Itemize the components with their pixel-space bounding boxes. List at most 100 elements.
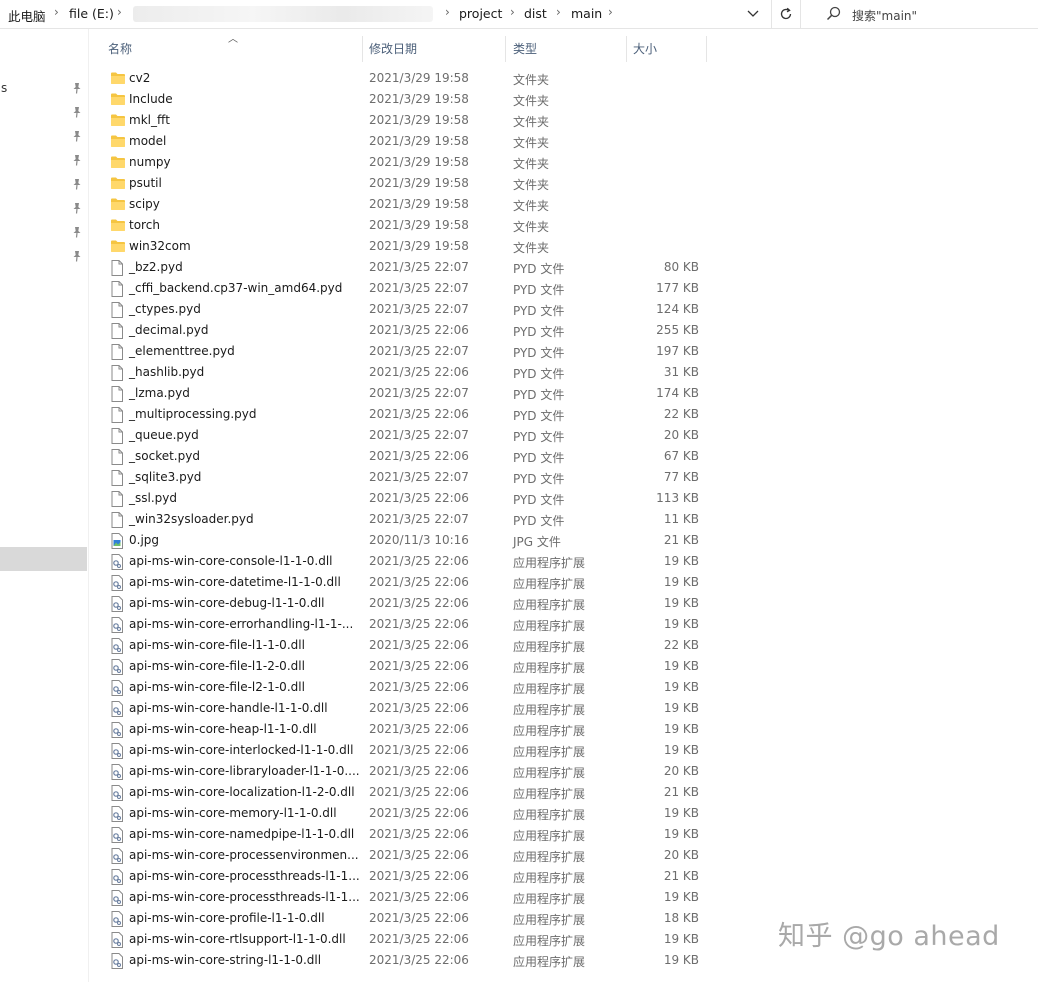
file-row[interactable]: _hashlib.pyd 2021/3/25 22:06 PYD 文件 31 KB <box>104 362 704 383</box>
file-type: PYD 文件 <box>513 304 565 318</box>
column-divider[interactable] <box>505 36 506 62</box>
file-row[interactable]: _socket.pyd 2021/3/25 22:06 PYD 文件 67 KB <box>104 446 704 467</box>
dll-file-icon <box>110 785 126 801</box>
breadcrumb-separator-icon[interactable]: › <box>608 5 613 19</box>
watermark: 知乎 @go ahead <box>778 921 1000 952</box>
file-row[interactable]: api-ms-win-core-console-l1-1-0.dll 2021/3… <box>104 551 704 572</box>
file-name: Include <box>129 92 173 106</box>
breadcrumb-main[interactable]: main <box>571 6 602 21</box>
file-row[interactable]: _win32sysloader.pyd 2021/3/25 22:07 PYD 文件… <box>104 509 704 530</box>
folder-icon <box>110 134 126 149</box>
pin-icon[interactable] <box>72 130 82 142</box>
pin-icon[interactable] <box>72 226 82 238</box>
file-type: 应用程序扩展 <box>513 598 586 612</box>
file-row[interactable]: _lzma.pyd 2021/3/25 22:07 PYD 文件 174 KB <box>104 383 704 404</box>
file-row[interactable]: mkl_fft 2021/3/29 19:58 文件夹 <box>104 110 704 131</box>
file-row[interactable]: _sqlite3.pyd 2021/3/25 22:07 PYD 文件 77 KB <box>104 467 704 488</box>
file-row[interactable]: api-ms-win-core-string-l1-1-0.dll 2021/3/… <box>104 950 704 971</box>
file-date-modified: 2021/3/25 22:06 <box>369 491 469 505</box>
breadcrumb[interactable]: 此电脑 › file (E:) › › project › dist › mai… <box>0 0 770 28</box>
file-row[interactable]: 0.jpg 2020/11/3 10:16 JPG 文件 21 KB <box>104 530 704 551</box>
file-icon <box>110 449 126 465</box>
file-row[interactable]: scipy 2021/3/29 19:58 文件夹 <box>104 194 704 215</box>
file-row[interactable]: _decimal.pyd 2021/3/25 22:06 PYD 文件 255 KB <box>104 320 704 341</box>
nav-item-label[interactable]: s <box>1 81 7 95</box>
file-row[interactable]: _ctypes.pyd 2021/3/25 22:07 PYD 文件 124 KB <box>104 299 704 320</box>
file-type: PYD 文件 <box>513 388 565 402</box>
breadcrumb-separator-icon[interactable]: › <box>556 5 561 19</box>
address-bar[interactable]: 此电脑 › file (E:) › › project › dist › mai… <box>0 0 1038 29</box>
file-row[interactable]: _cffi_backend.cp37-win_amd64.pyd 2021/3/2… <box>104 278 704 299</box>
column-header-date[interactable]: 修改日期 <box>369 36 417 62</box>
file-row[interactable]: api-ms-win-core-interlocked-l1-1-0.dll 20… <box>104 740 704 761</box>
nav-item-selected[interactable] <box>0 547 87 571</box>
file-row[interactable]: api-ms-win-core-namedpipe-l1-1-0.dll 2021… <box>104 824 704 845</box>
file-row[interactable]: api-ms-win-core-processthreads-l1-1... 20… <box>104 887 704 908</box>
column-divider[interactable] <box>706 36 707 62</box>
file-row[interactable]: api-ms-win-core-heap-l1-1-0.dll 2021/3/25… <box>104 719 704 740</box>
file-row[interactable]: _bz2.pyd 2021/3/25 22:07 PYD 文件 80 KB <box>104 257 704 278</box>
pin-icon[interactable] <box>72 82 82 94</box>
breadcrumb-separator-icon[interactable]: › <box>445 5 450 19</box>
search-box[interactable]: 搜索"main" <box>812 0 1038 28</box>
file-name: api-ms-win-core-localization-l1-2-0.dll <box>129 785 355 799</box>
file-row[interactable]: Include 2021/3/29 19:58 文件夹 <box>104 89 704 110</box>
file-type: 应用程序扩展 <box>513 787 586 801</box>
file-row[interactable]: torch 2021/3/29 19:58 文件夹 <box>104 215 704 236</box>
breadcrumb-this-pc[interactable]: 此电脑 <box>8 6 46 25</box>
chevron-down-icon[interactable] <box>744 4 762 22</box>
breadcrumb-project[interactable]: project <box>459 6 502 21</box>
file-row[interactable]: numpy 2021/3/29 19:58 文件夹 <box>104 152 704 173</box>
file-row[interactable]: api-ms-win-core-file-l2-1-0.dll 2021/3/25… <box>104 677 704 698</box>
file-name: _cffi_backend.cp37-win_amd64.pyd <box>129 281 343 295</box>
file-row[interactable]: api-ms-win-core-datetime-l1-1-0.dll 2021/… <box>104 572 704 593</box>
pin-icon[interactable] <box>72 154 82 166</box>
file-row[interactable]: _ssl.pyd 2021/3/25 22:06 PYD 文件 113 KB <box>104 488 704 509</box>
file-type: 应用程序扩展 <box>513 577 586 591</box>
breadcrumb-drive-e[interactable]: file (E:) <box>69 6 114 21</box>
file-row[interactable]: cv2 2021/3/29 19:58 文件夹 <box>104 68 704 89</box>
search-icon[interactable] <box>826 6 841 21</box>
refresh-icon[interactable] <box>771 0 801 28</box>
pin-icon[interactable] <box>72 250 82 262</box>
column-header-size[interactable]: 大小 <box>633 36 657 62</box>
file-row[interactable]: api-ms-win-core-libraryloader-l1-1-0....… <box>104 761 704 782</box>
file-row[interactable]: api-ms-win-core-processthreads-l1-1... 20… <box>104 866 704 887</box>
file-row[interactable]: api-ms-win-core-processenvironmen... 2021… <box>104 845 704 866</box>
column-divider[interactable] <box>626 36 627 62</box>
file-row[interactable]: model 2021/3/29 19:58 文件夹 <box>104 131 704 152</box>
file-row[interactable]: api-ms-win-core-rtlsupport-l1-1-0.dll 202… <box>104 929 704 950</box>
file-date-modified: 2021/3/29 19:58 <box>369 134 469 148</box>
file-row[interactable]: api-ms-win-core-handle-l1-1-0.dll 2021/3/… <box>104 698 704 719</box>
column-header-type[interactable]: 类型 <box>513 36 537 62</box>
breadcrumb-separator-icon[interactable]: › <box>117 5 122 19</box>
pin-icon[interactable] <box>72 202 82 214</box>
pin-icon[interactable] <box>72 106 82 118</box>
file-row[interactable]: api-ms-win-core-memory-l1-1-0.dll 2021/3/… <box>104 803 704 824</box>
file-row[interactable]: api-ms-win-core-debug-l1-1-0.dll 2021/3/2… <box>104 593 704 614</box>
file-size: 255 KB <box>656 323 699 337</box>
file-row[interactable]: api-ms-win-core-file-l1-2-0.dll 2021/3/25… <box>104 656 704 677</box>
file-row[interactable]: win32com 2021/3/29 19:58 文件夹 <box>104 236 704 257</box>
file-type: PYD 文件 <box>513 325 565 339</box>
pin-icon[interactable] <box>72 178 82 190</box>
file-row[interactable]: _elementtree.pyd 2021/3/25 22:07 PYD 文件 197… <box>104 341 704 362</box>
file-row[interactable]: _queue.pyd 2021/3/25 22:07 PYD 文件 20 KB <box>104 425 704 446</box>
breadcrumb-separator-icon[interactable]: › <box>54 5 59 19</box>
file-type: PYD 文件 <box>513 346 565 360</box>
file-date-modified: 2021/3/25 22:06 <box>369 932 469 946</box>
search-input[interactable]: 搜索"main" <box>852 7 917 24</box>
file-row[interactable]: psutil 2021/3/29 19:58 文件夹 <box>104 173 704 194</box>
column-header-name[interactable]: 名称 <box>108 36 132 62</box>
file-row[interactable]: api-ms-win-core-errorhandling-l1-1-... 20… <box>104 614 704 635</box>
file-row[interactable]: api-ms-win-core-profile-l1-1-0.dll 2021/3… <box>104 908 704 929</box>
file-row[interactable]: api-ms-win-core-file-l1-1-0.dll 2021/3/25… <box>104 635 704 656</box>
file-date-modified: 2021/3/29 19:58 <box>369 155 469 169</box>
breadcrumb-separator-icon[interactable]: › <box>510 5 515 19</box>
file-row[interactable]: api-ms-win-core-localization-l1-2-0.dll 2… <box>104 782 704 803</box>
file-row[interactable]: _multiprocessing.pyd 2021/3/25 22:06 PYD 文… <box>104 404 704 425</box>
file-type: 应用程序扩展 <box>513 619 586 633</box>
column-divider[interactable] <box>362 36 363 62</box>
breadcrumb-dist[interactable]: dist <box>524 6 547 21</box>
file-name: api-ms-win-core-memory-l1-1-0.dll <box>129 806 337 820</box>
